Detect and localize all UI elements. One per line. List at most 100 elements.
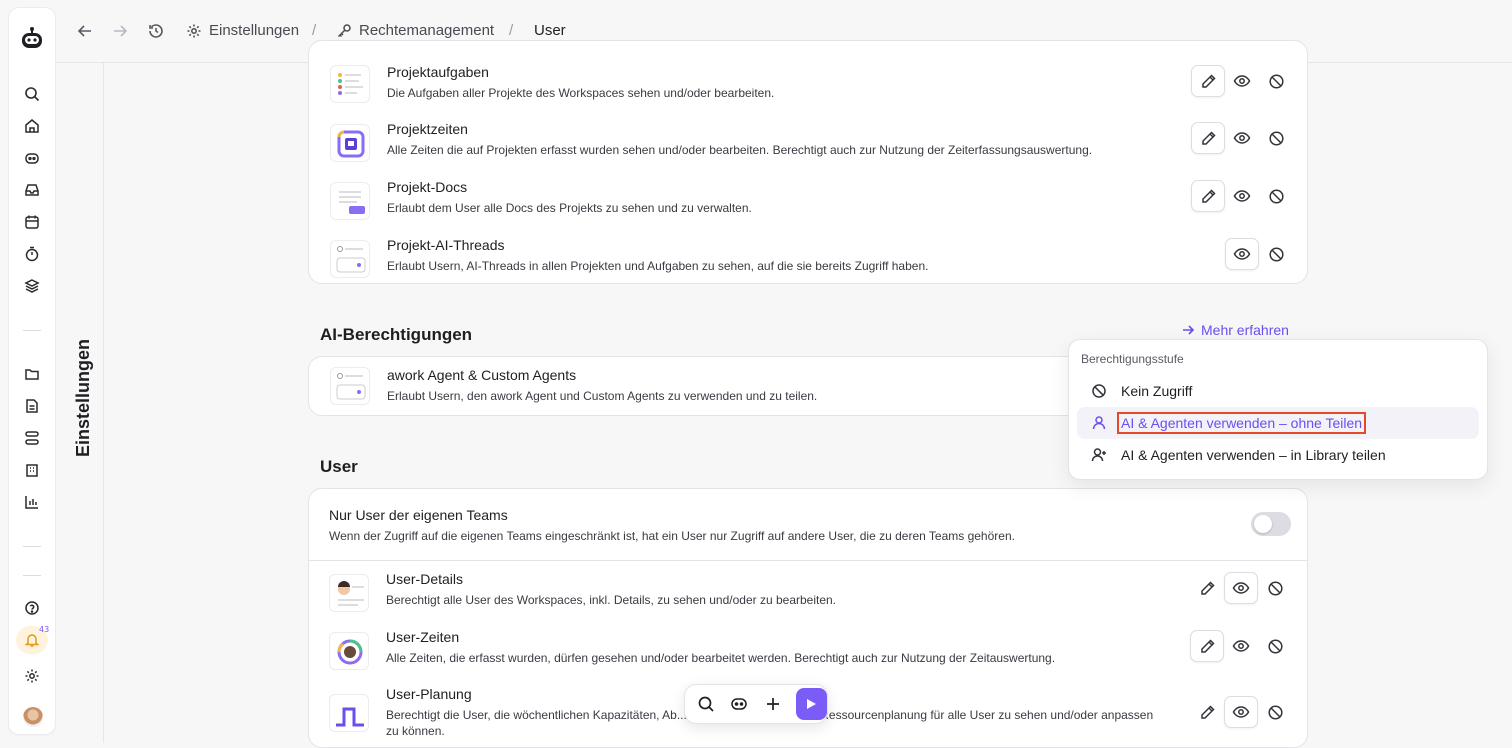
team-restriction-toggle[interactable] bbox=[1251, 512, 1291, 536]
rail-divider bbox=[23, 575, 41, 576]
edit-permission-button[interactable] bbox=[1191, 65, 1225, 97]
ai-agent-icon[interactable] bbox=[727, 691, 753, 717]
notification-count: 43 bbox=[39, 625, 50, 634]
permission-description: Erlaubt Usern, den awork Agent und Custo… bbox=[387, 389, 818, 403]
edit-permission-button[interactable] bbox=[1190, 630, 1224, 662]
permission-row: User-Zeiten Alle Zeiten, die erfasst wur… bbox=[308, 629, 1308, 687]
arrow-right-icon bbox=[1181, 323, 1195, 337]
team-restriction-row: Nur User der eigenen Teams Wenn der Zugr… bbox=[251, 507, 1251, 565]
search-icon[interactable] bbox=[693, 691, 719, 717]
option-use-and-share[interactable]: AI & Agenten verwenden – in Library teil… bbox=[1077, 439, 1479, 471]
rail-divider bbox=[23, 546, 41, 547]
view-permission-button[interactable] bbox=[1225, 65, 1259, 97]
option-no-access[interactable]: Kein Zugriff bbox=[1077, 375, 1479, 407]
folder-icon[interactable] bbox=[22, 364, 42, 384]
permission-title: Projektzeiten bbox=[387, 121, 468, 137]
ai-threads-illustration-icon bbox=[330, 240, 370, 278]
company-icon[interactable] bbox=[22, 460, 42, 480]
permission-title: Projektaufgaben bbox=[387, 64, 489, 80]
permission-title: Projekt-Docs bbox=[387, 179, 468, 195]
permission-description: Erlaubt dem User alle Docs des Projekts … bbox=[387, 201, 752, 215]
no-access-button[interactable] bbox=[1258, 630, 1292, 662]
no-access-button[interactable] bbox=[1259, 122, 1293, 154]
task-list-illustration-icon bbox=[330, 65, 370, 103]
view-permission-button[interactable] bbox=[1225, 238, 1259, 270]
home-icon[interactable] bbox=[22, 116, 42, 136]
layers-icon[interactable] bbox=[22, 276, 42, 296]
permission-description: Berechtigt alle User des Workspaces, ink… bbox=[386, 593, 837, 607]
timer-icon[interactable] bbox=[22, 244, 42, 264]
no-access-button[interactable] bbox=[1259, 180, 1293, 212]
section-title-ai: AI-Berechtigungen bbox=[320, 325, 473, 344]
ai-agent-illustration-icon bbox=[330, 367, 370, 405]
permission-level-buttons bbox=[1190, 696, 1292, 728]
edit-permission-button[interactable] bbox=[1190, 696, 1224, 728]
view-permission-button[interactable] bbox=[1224, 696, 1258, 728]
option-label: AI & Agenten verwenden – ohne Teilen bbox=[1116, 412, 1367, 434]
permission-level-buttons bbox=[1191, 122, 1293, 154]
no-access-button[interactable] bbox=[1259, 238, 1293, 270]
vertical-section-label: Einstellungen bbox=[73, 338, 93, 457]
team-restriction-description: Wenn der Zugriff auf die eigenen Teams e… bbox=[329, 529, 1015, 543]
permission-row: Projektzeiten Alle Zeiten die auf Projek… bbox=[309, 121, 1309, 179]
breadcrumb-settings[interactable]: Einstellungen bbox=[186, 22, 299, 39]
learn-more-label: Mehr erfahren bbox=[1201, 322, 1289, 338]
view-permission-button[interactable] bbox=[1225, 180, 1259, 212]
robot-logo-icon[interactable] bbox=[20, 26, 44, 52]
breadcrumb-separator: / bbox=[509, 22, 514, 39]
user-times-illustration-icon bbox=[329, 632, 369, 670]
option-label: Kein Zugriff bbox=[1121, 383, 1193, 399]
permission-description: Die Aufgaben aller Projekte des Workspac… bbox=[387, 86, 775, 100]
permission-level-buttons bbox=[1225, 238, 1293, 270]
permission-description: Alle Zeiten die auf Projekten erfasst wu… bbox=[387, 143, 1093, 157]
permission-title: Projekt-AI-Threads bbox=[387, 237, 505, 253]
card-divider bbox=[308, 560, 1308, 561]
edit-permission-button[interactable] bbox=[1191, 122, 1225, 154]
forward-arrow-icon[interactable] bbox=[111, 22, 129, 40]
breadcrumb-label: User bbox=[534, 22, 566, 39]
chart-icon[interactable] bbox=[22, 492, 42, 512]
calendar-icon[interactable] bbox=[22, 212, 42, 232]
play-button[interactable] bbox=[795, 688, 828, 720]
view-permission-button[interactable] bbox=[1224, 630, 1258, 662]
help-icon[interactable] bbox=[22, 598, 42, 618]
view-permission-button[interactable] bbox=[1225, 122, 1259, 154]
gear-icon bbox=[186, 23, 202, 39]
permission-row: Projekt-AI-Threads Erlaubt Usern, AI-Thr… bbox=[309, 237, 1309, 295]
left-rail: 43 bbox=[9, 8, 55, 734]
docs-illustration-icon bbox=[330, 182, 370, 220]
no-access-button[interactable] bbox=[1258, 572, 1292, 604]
popover-heading: Berechtigungsstufe bbox=[1081, 352, 1184, 366]
edit-permission-button[interactable] bbox=[1191, 180, 1225, 212]
floating-toolbar bbox=[684, 684, 828, 724]
time-illustration-icon bbox=[330, 124, 370, 162]
back-arrow-icon[interactable] bbox=[76, 22, 94, 40]
breadcrumb-user[interactable]: User bbox=[534, 22, 566, 39]
permission-title: User-Planung bbox=[386, 686, 472, 702]
settings-icon[interactable] bbox=[22, 666, 42, 686]
learn-more-link[interactable]: Mehr erfahren bbox=[1181, 322, 1289, 338]
breadcrumb-rights[interactable]: Rechtemanagement bbox=[336, 22, 494, 39]
permission-level-buttons bbox=[1190, 572, 1292, 604]
permission-description: Alle Zeiten, die erfasst wurden, dürfen … bbox=[386, 651, 1056, 665]
option-use-without-sharing[interactable]: AI & Agenten verwenden – ohne Teilen bbox=[1077, 407, 1479, 439]
inbox-icon[interactable] bbox=[22, 180, 42, 200]
history-icon[interactable] bbox=[147, 22, 165, 40]
document-icon[interactable] bbox=[22, 396, 42, 416]
view-permission-button[interactable] bbox=[1224, 572, 1258, 604]
search-icon[interactable] bbox=[22, 84, 42, 104]
breadcrumb-separator: / bbox=[312, 22, 317, 39]
plus-icon[interactable] bbox=[760, 691, 786, 717]
permission-title: User-Zeiten bbox=[386, 629, 460, 645]
project-permissions-card: Projektaufgaben Die Aufgaben aller Proje… bbox=[308, 40, 1308, 284]
breadcrumb-label: Rechtemanagement bbox=[359, 22, 495, 39]
workflow-icon[interactable] bbox=[22, 428, 42, 448]
permission-level-buttons bbox=[1191, 180, 1293, 212]
permission-title: User-Details bbox=[386, 571, 464, 587]
ai-agent-icon[interactable] bbox=[22, 148, 42, 168]
edit-permission-button[interactable] bbox=[1190, 572, 1224, 604]
avatar[interactable] bbox=[23, 707, 43, 727]
no-access-button[interactable] bbox=[1259, 65, 1293, 97]
permission-row: User-Details Berechtigt alle User des Wo… bbox=[308, 571, 1308, 629]
no-access-button[interactable] bbox=[1258, 696, 1292, 728]
